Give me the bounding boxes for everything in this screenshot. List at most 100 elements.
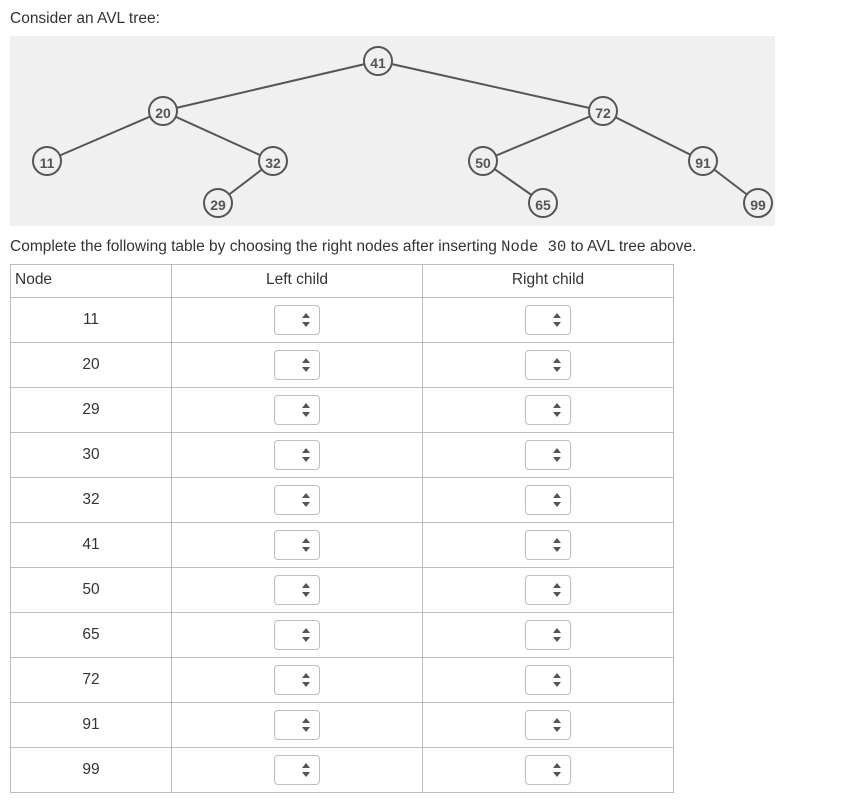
right-child-cell: [423, 568, 674, 613]
node-value: 29: [11, 388, 172, 433]
node-value: 65: [11, 613, 172, 658]
tree-node-41: 41: [363, 46, 393, 76]
right-child-select[interactable]: [525, 620, 571, 650]
left-child-select[interactable]: [274, 305, 320, 335]
right-child-cell: [423, 298, 674, 343]
sort-icon: [301, 718, 311, 732]
left-child-select[interactable]: [274, 530, 320, 560]
right-child-select[interactable]: [525, 485, 571, 515]
tree-node-91: 91: [688, 146, 718, 176]
sort-icon: [301, 448, 311, 462]
tree-diagram: 41207211325091296599: [10, 36, 775, 226]
answer-table: Node Left child Right child 112029303241…: [10, 264, 674, 793]
node-value: 32: [11, 478, 172, 523]
left-child-cell: [172, 478, 423, 523]
table-row: 41: [11, 523, 674, 568]
table-row: 32: [11, 478, 674, 523]
sort-icon: [301, 583, 311, 597]
sort-icon: [552, 718, 562, 732]
node-value: 30: [11, 433, 172, 478]
right-child-select[interactable]: [525, 395, 571, 425]
left-child-select[interactable]: [274, 350, 320, 380]
node-value: 99: [11, 748, 172, 793]
header-left-child: Left child: [172, 265, 423, 298]
header-right-child: Right child: [423, 265, 674, 298]
right-child-cell: [423, 658, 674, 703]
tree-node-65: 65: [528, 188, 558, 218]
left-child-cell: [172, 298, 423, 343]
left-child-select[interactable]: [274, 755, 320, 785]
table-row: 65: [11, 613, 674, 658]
prompt-code: Node 30: [501, 238, 566, 256]
right-child-cell: [423, 388, 674, 433]
tree-node-29: 29: [203, 188, 233, 218]
right-child-select[interactable]: [525, 350, 571, 380]
sort-icon: [552, 493, 562, 507]
right-child-cell: [423, 478, 674, 523]
table-row: 91: [11, 703, 674, 748]
left-child-cell: [172, 568, 423, 613]
right-child-cell: [423, 343, 674, 388]
sort-icon: [301, 763, 311, 777]
table-row: 99: [11, 748, 674, 793]
left-child-cell: [172, 748, 423, 793]
sort-icon: [552, 448, 562, 462]
left-child-select[interactable]: [274, 575, 320, 605]
right-child-select[interactable]: [525, 710, 571, 740]
table-row: 72: [11, 658, 674, 703]
left-child-select[interactable]: [274, 440, 320, 470]
table-row: 30: [11, 433, 674, 478]
right-child-cell: [423, 523, 674, 568]
node-value: 72: [11, 658, 172, 703]
node-value: 91: [11, 703, 172, 748]
sort-icon: [552, 313, 562, 327]
left-child-select[interactable]: [274, 395, 320, 425]
left-child-cell: [172, 343, 423, 388]
table-row: 20: [11, 343, 674, 388]
node-value: 41: [11, 523, 172, 568]
right-child-select[interactable]: [525, 755, 571, 785]
sort-icon: [301, 628, 311, 642]
right-child-select[interactable]: [525, 665, 571, 695]
tree-node-20: 20: [148, 96, 178, 126]
right-child-cell: [423, 433, 674, 478]
sort-icon: [301, 493, 311, 507]
right-child-cell: [423, 703, 674, 748]
sort-icon: [301, 313, 311, 327]
tree-node-32: 32: [258, 146, 288, 176]
table-row: 29: [11, 388, 674, 433]
answer-tbody: 1120293032415065729199: [11, 298, 674, 793]
sort-icon: [552, 763, 562, 777]
prompt-text: Complete the following table by choosing…: [10, 238, 848, 256]
left-child-select[interactable]: [274, 710, 320, 740]
left-child-select[interactable]: [274, 485, 320, 515]
node-value: 20: [11, 343, 172, 388]
right-child-select[interactable]: [525, 440, 571, 470]
left-child-select[interactable]: [274, 665, 320, 695]
left-child-select[interactable]: [274, 620, 320, 650]
left-child-cell: [172, 523, 423, 568]
left-child-cell: [172, 613, 423, 658]
right-child-select[interactable]: [525, 575, 571, 605]
sort-icon: [552, 358, 562, 372]
right-child-cell: [423, 748, 674, 793]
tree-node-11: 11: [32, 146, 62, 176]
table-row: 11: [11, 298, 674, 343]
right-child-cell: [423, 613, 674, 658]
intro-text: Consider an AVL tree:: [10, 10, 848, 28]
sort-icon: [552, 673, 562, 687]
sort-icon: [552, 583, 562, 597]
sort-icon: [552, 403, 562, 417]
sort-icon: [301, 673, 311, 687]
sort-icon: [552, 538, 562, 552]
tree-node-50: 50: [468, 146, 498, 176]
left-child-cell: [172, 703, 423, 748]
right-child-select[interactable]: [525, 530, 571, 560]
node-value: 11: [11, 298, 172, 343]
left-child-cell: [172, 433, 423, 478]
right-child-select[interactable]: [525, 305, 571, 335]
prompt-prefix: Complete the following table by choosing…: [10, 238, 501, 255]
sort-icon: [301, 358, 311, 372]
tree-node-99: 99: [743, 188, 773, 218]
sort-icon: [552, 628, 562, 642]
